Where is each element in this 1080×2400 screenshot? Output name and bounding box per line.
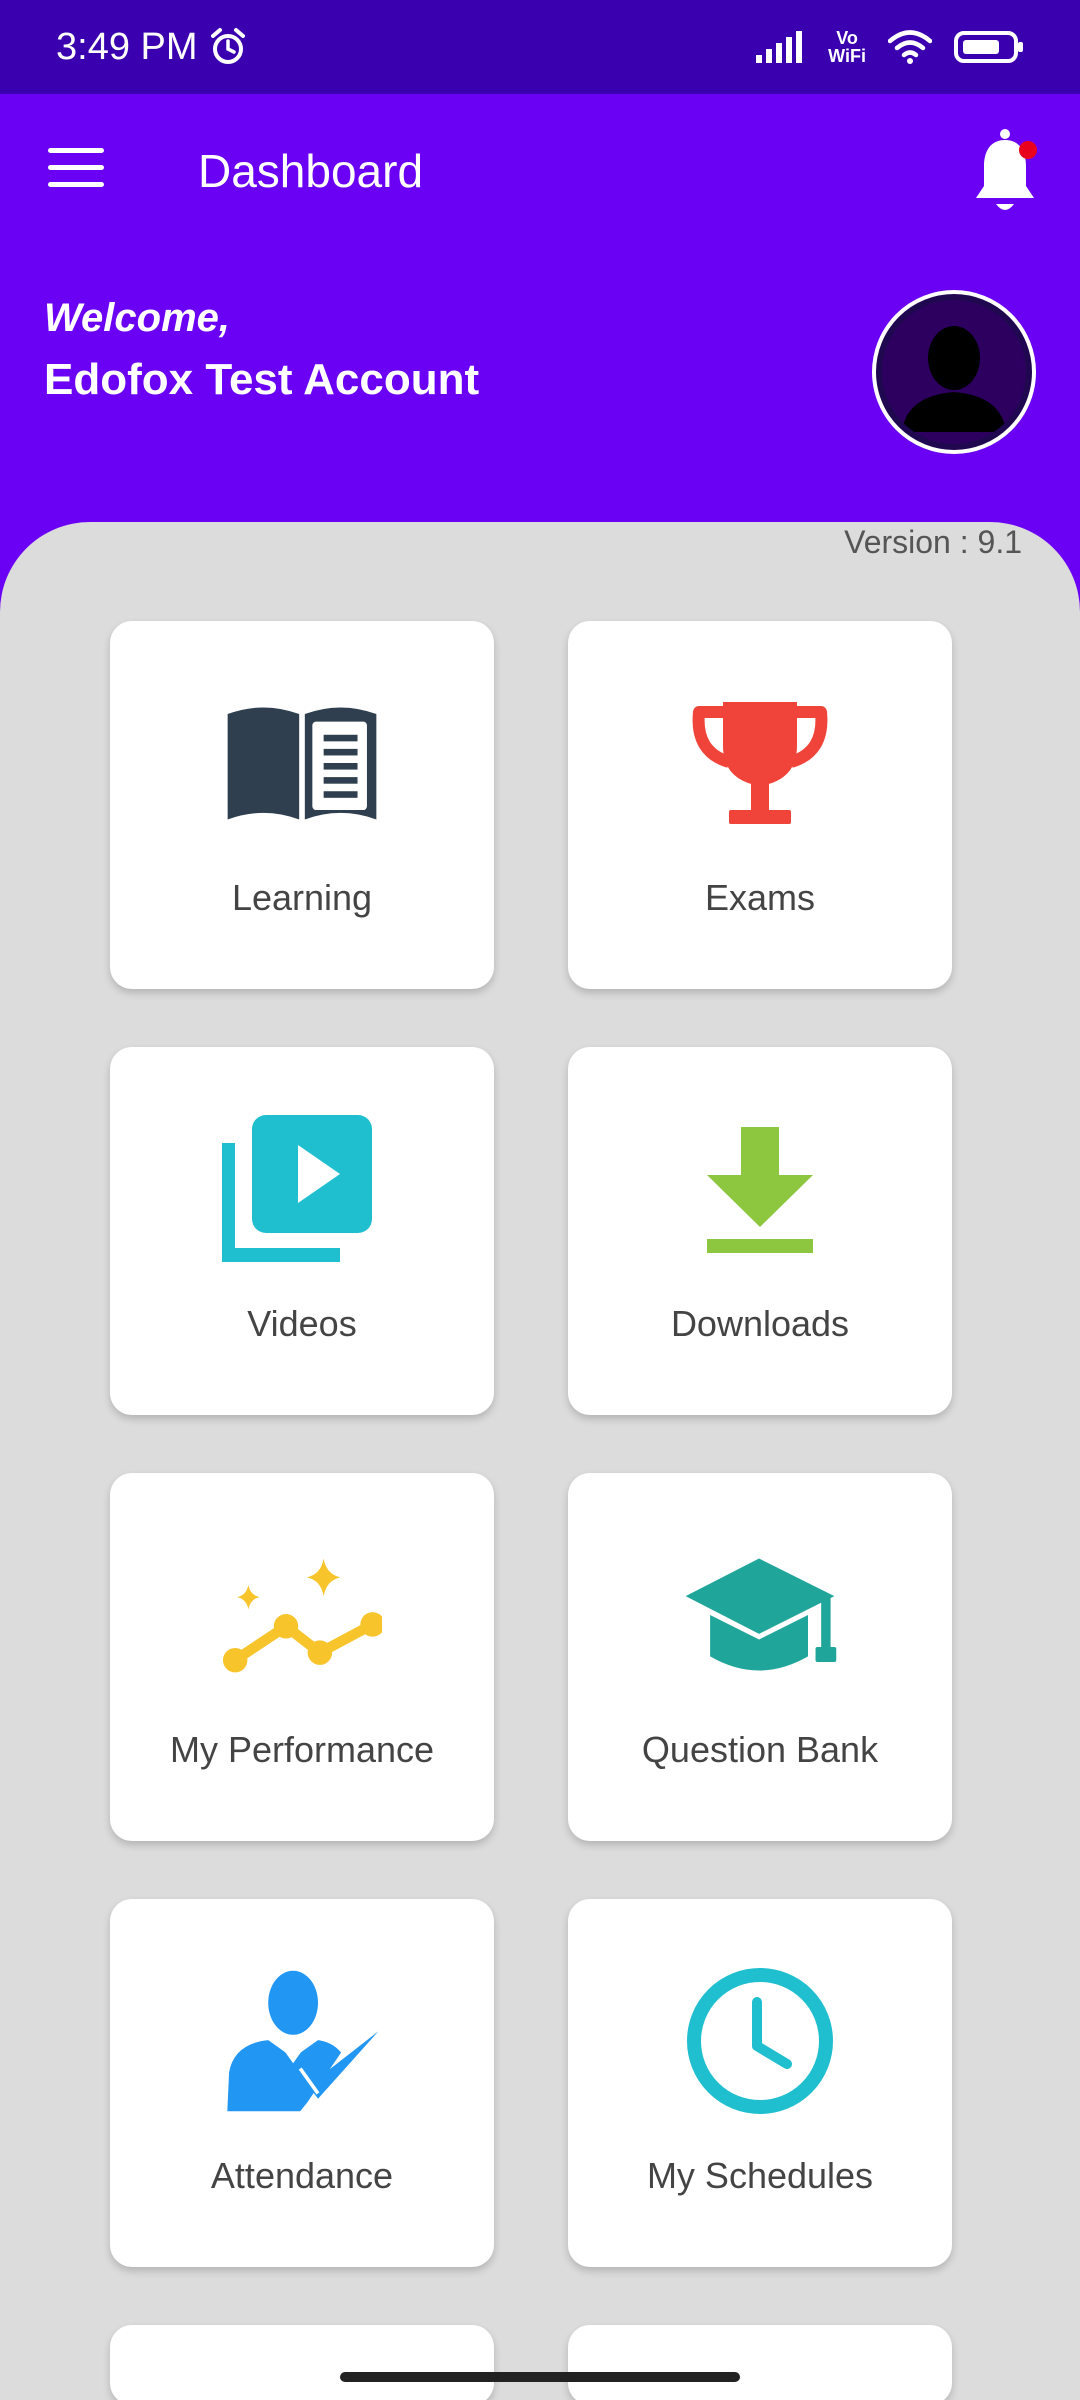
performance-chart-icon [222,1535,382,1695]
clock-icon [680,1961,840,2121]
screen: 3:49 PM Vo WiFi Dashboard Welcome, Edofo… [0,0,1080,2400]
alarm-icon [210,28,245,64]
version-label: Version : 9.1 [844,524,1022,560]
trophy-icon [680,683,840,843]
graduation-cap-icon [680,1535,840,1695]
tile-label: Exams [704,877,816,918]
welcome-label: Welcome, [44,296,230,340]
person-silhouette-icon [884,302,1024,442]
wifi-icon [888,30,932,64]
avatar[interactable] [872,290,1036,454]
tile-my-schedules[interactable]: My Schedules [568,1899,952,2267]
app-bar: Dashboard [0,94,1080,252]
page-title: Dashboard [198,145,424,197]
tile-partial-left[interactable] [110,2325,494,2400]
bell-icon [976,129,1037,210]
vowifi-top: Vo [836,28,858,48]
tile-label: Question Bank [641,1729,879,1770]
status-bar: 3:49 PM Vo WiFi [0,0,1080,94]
book-icon [222,683,382,843]
tile-attendance[interactable]: Attendance [110,1899,494,2267]
tile-my-performance[interactable]: My Performance [110,1473,494,1841]
home-indicator[interactable] [340,2372,740,2382]
download-icon [680,1109,840,1269]
menu-button[interactable] [48,148,104,190]
tile-exams[interactable]: Exams [568,621,952,989]
avatar-image [882,300,1026,444]
signal-icon [756,31,803,63]
welcome-block: Welcome, Edofox Test Account [44,296,479,405]
menu-icon-line [48,182,104,187]
status-left: 3:49 PM [56,26,248,69]
user-name: Edofox Test Account [44,355,480,404]
tile-label: Downloads [670,1303,850,1344]
status-time: 3:49 PM [56,25,198,68]
attendance-icon [222,1961,382,2121]
tile-label: Learning [231,877,373,918]
tile-label: Videos [247,1303,357,1344]
tile-label: My Schedules [646,2155,874,2196]
tile-label: My Performance [169,1729,435,1770]
tile-learning[interactable]: Learning [110,621,494,989]
tile-partial-right[interactable] [568,2325,952,2400]
vowifi-indicator: Vo WiFi [828,29,866,65]
tile-label: Attendance [210,2155,394,2196]
menu-icon-line [48,165,104,170]
status-right: Vo WiFi [756,29,1024,65]
battery-icon [954,31,1023,63]
vowifi-bottom: WiFi [828,46,866,66]
tile-downloads[interactable]: Downloads [568,1047,952,1415]
tile-question-bank[interactable]: Question Bank [568,1473,952,1841]
notification-button[interactable] [972,124,1044,224]
menu-icon-line [48,148,104,153]
tile-videos[interactable]: Videos [110,1047,494,1415]
video-library-icon [222,1109,382,1269]
